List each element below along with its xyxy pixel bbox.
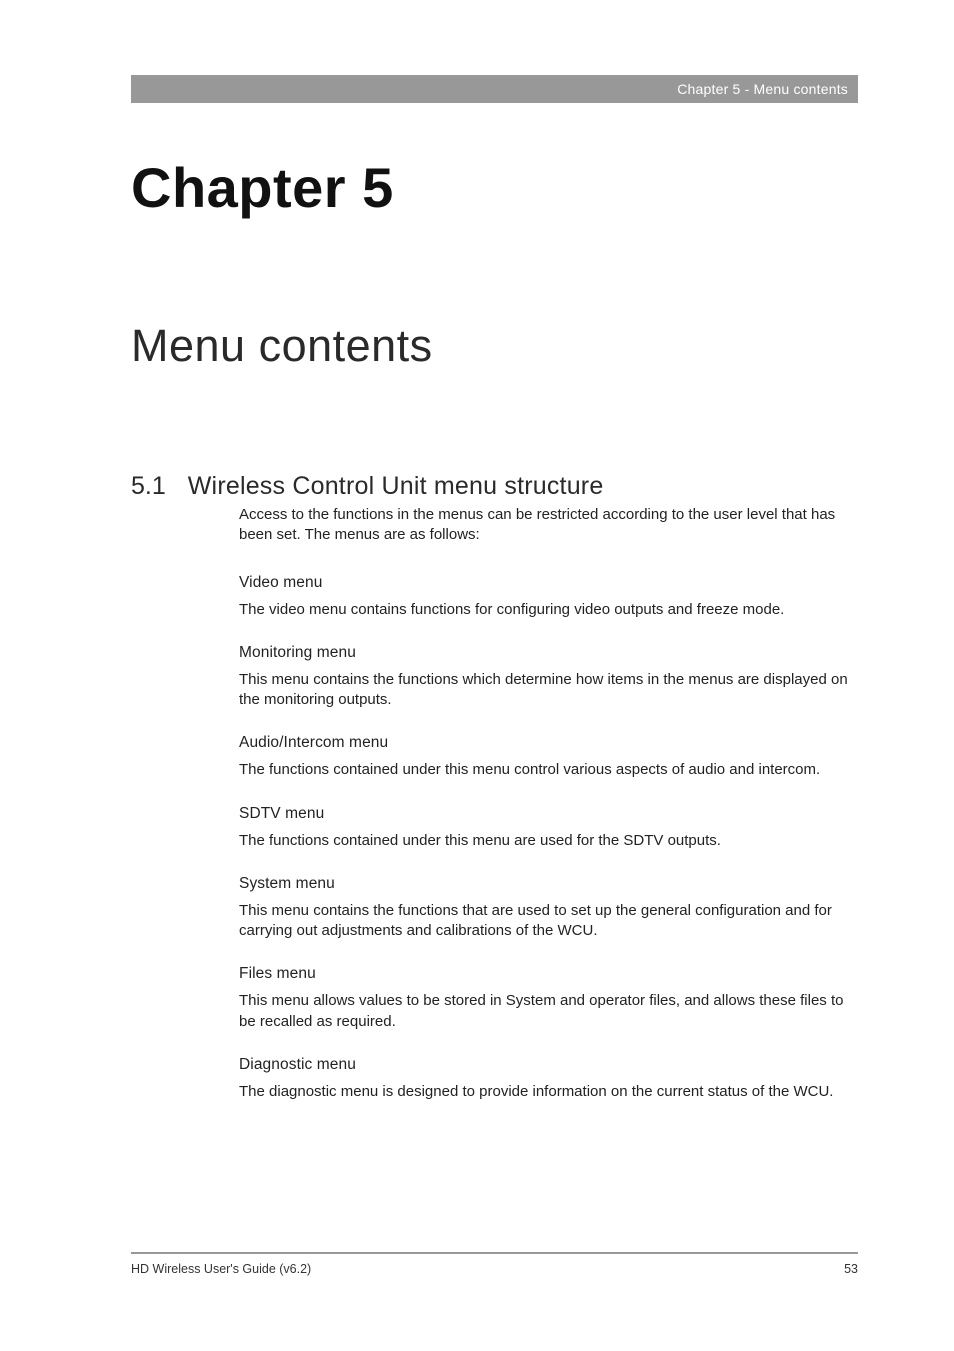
page-title: Menu contents (131, 320, 433, 372)
subsection: Audio/Intercom menu The functions contai… (239, 734, 858, 780)
subsection: System menu This menu contains the funct… (239, 875, 858, 942)
section-number: 5.1 (131, 472, 166, 501)
header-bar: Chapter 5 - Menu contents (131, 75, 858, 103)
footer-rule (131, 1252, 858, 1254)
section-heading: 5.1 Wireless Control Unit menu structure (131, 472, 603, 501)
subsection-heading: System menu (239, 875, 858, 893)
body-column: Access to the functions in the menus can… (239, 505, 858, 1126)
subsection: Video menu The video menu contains funct… (239, 574, 858, 620)
chapter-label: Chapter 5 (131, 155, 394, 220)
subsection-text: This menu allows values to be stored in … (239, 991, 858, 1032)
subsection-heading: Files menu (239, 965, 858, 983)
page-number: 53 (844, 1262, 858, 1276)
subsection-text: The diagnostic menu is designed to provi… (239, 1082, 858, 1102)
subsection-text: This menu contains the functions which d… (239, 670, 858, 711)
footer-left: HD Wireless User's Guide (v6.2) (131, 1262, 311, 1276)
section-intro: Access to the functions in the menus can… (239, 505, 858, 546)
header-text: Chapter 5 - Menu contents (677, 81, 848, 97)
subsection: Monitoring menu This menu contains the f… (239, 644, 858, 711)
footer: HD Wireless User's Guide (v6.2) 53 (131, 1262, 858, 1276)
subsection-text: The functions contained under this menu … (239, 831, 858, 851)
subsection-heading: Monitoring menu (239, 644, 858, 662)
subsection: Files menu This menu allows values to be… (239, 965, 858, 1032)
subsection: SDTV menu The functions contained under … (239, 805, 858, 851)
subsection-heading: Diagnostic menu (239, 1056, 858, 1074)
section-title: Wireless Control Unit menu structure (188, 472, 604, 501)
document-page: Chapter 5 - Menu contents Chapter 5 Menu… (0, 0, 954, 1351)
subsection-heading: Video menu (239, 574, 858, 592)
subsection-text: This menu contains the functions that ar… (239, 901, 858, 942)
subsection-text: The video menu contains functions for co… (239, 600, 858, 620)
subsection-text: The functions contained under this menu … (239, 760, 858, 780)
subsection-heading: SDTV menu (239, 805, 858, 823)
subsection: Diagnostic menu The diagnostic menu is d… (239, 1056, 858, 1102)
subsection-heading: Audio/Intercom menu (239, 734, 858, 752)
